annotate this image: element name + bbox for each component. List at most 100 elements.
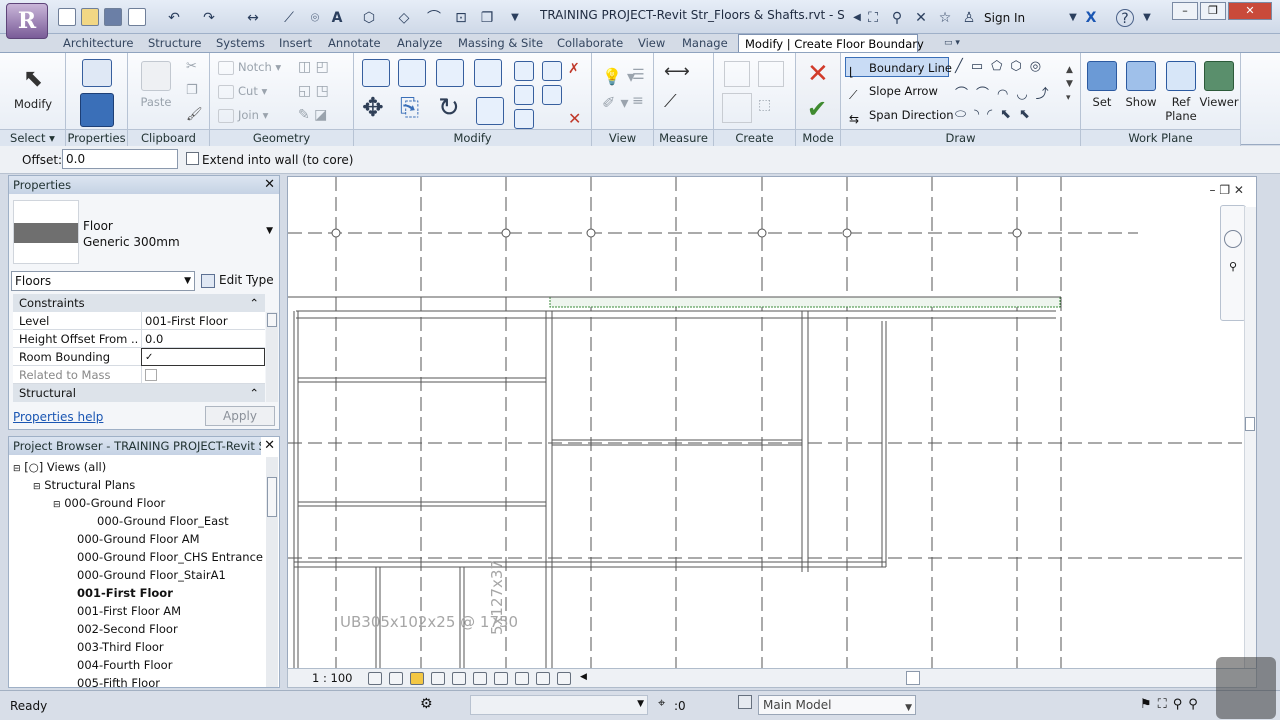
editable-only-icon[interactable]: ⌖ [658, 696, 665, 711]
canvas-horizontal-scroll-thumb[interactable] [906, 671, 920, 685]
close-icon[interactable]: ✕ [264, 177, 275, 192]
span-direction-button[interactable]: ⇆ Span Direction [849, 105, 954, 126]
line-shape-icons[interactable]: ╱▭⬠⬡◎ [955, 59, 1049, 74]
3d-view-icon[interactable]: ⬡ [360, 9, 378, 27]
steering-wheel-icon[interactable] [1224, 230, 1242, 248]
save-icon[interactable] [104, 8, 122, 26]
split-gap-icon[interactable]: ✗ [568, 61, 580, 77]
tag-icon[interactable]: ⌾ [306, 9, 324, 27]
split-face-icon[interactable]: ◫ ◰ [298, 59, 329, 75]
room-bounding-checkbox[interactable]: ✓ [141, 348, 265, 366]
hide-elements-icon[interactable]: ☰ [632, 67, 645, 83]
property-row-height-offset[interactable]: Height Offset From ... 0.0 [13, 330, 265, 348]
help-icon[interactable]: ? [1116, 9, 1134, 27]
sun-path-icon[interactable] [410, 672, 424, 685]
offset-icon[interactable] [398, 59, 426, 87]
exchange-icon[interactable]: X [1082, 9, 1100, 27]
tab-modify-create-floor-boundary[interactable]: Modify | Create Floor Boundary [738, 34, 924, 52]
tab-structure[interactable]: Structure [144, 34, 206, 52]
redo-icon[interactable]: ↷ [200, 9, 218, 27]
aligned-dimension-icon[interactable]: ⟋ [664, 91, 677, 112]
analytical-model-icon[interactable] [557, 672, 571, 685]
tab-insert[interactable]: Insert [275, 34, 316, 52]
measure-icon[interactable]: ↔ [244, 9, 262, 27]
switch-windows-icon[interactable]: ❐ [478, 9, 496, 27]
split-icon[interactable] [514, 61, 534, 81]
move-icon[interactable]: ✥ [362, 93, 384, 123]
tree-item[interactable]: 000-Ground Floor AM [77, 531, 200, 547]
help-dropdown-icon[interactable]: ▼ [1138, 9, 1156, 27]
worksets-icon[interactable]: ⚙ [420, 696, 433, 712]
lock-3d-icon[interactable] [536, 672, 550, 685]
text-icon[interactable]: A [328, 9, 346, 27]
tab-architecture[interactable]: Architecture [59, 34, 137, 52]
tree-item[interactable]: 003-Third Floor [77, 639, 164, 655]
pin-icon[interactable] [542, 85, 562, 105]
viewer-button[interactable]: Viewer [1199, 61, 1239, 109]
scale-icon[interactable] [514, 109, 534, 129]
tree-item-active[interactable]: 001-First Floor [77, 585, 173, 601]
array-icon[interactable] [514, 85, 534, 105]
maximize-button[interactable]: ❐ [1200, 2, 1226, 20]
wall-joins-icon[interactable]: ◱ ◳ [298, 83, 329, 99]
subscription-icon[interactable]: ✕ [912, 9, 930, 27]
visual-style-icon[interactable] [389, 672, 403, 685]
tab-systems[interactable]: Systems [212, 34, 269, 52]
browser-scrollbar[interactable] [266, 457, 278, 687]
view-scale[interactable]: 1 : 100 [312, 671, 352, 685]
undo-icon[interactable]: ↶ [165, 9, 183, 27]
design-option-select[interactable]: Main Model ▼ [758, 695, 916, 715]
minimize-button[interactable]: – [1172, 2, 1198, 20]
rotate-icon[interactable]: ↻ [438, 93, 460, 123]
section-icon[interactable]: ◇ [395, 9, 413, 27]
detail-level-icon[interactable] [368, 672, 382, 685]
selection-toggle-icons[interactable]: ⚑⛶⚲⚲ [1140, 697, 1204, 712]
set-button[interactable]: Set [1085, 61, 1119, 109]
extend-into-wall-checkbox[interactable] [186, 152, 199, 165]
view-window-controls[interactable]: – ❐ ✕ [1210, 183, 1244, 197]
cut-icon[interactable]: ✂ [186, 59, 197, 74]
create-parts-icon[interactable] [722, 93, 752, 123]
tab-collaborate[interactable]: Collaborate [553, 34, 627, 52]
tab-manage[interactable]: Manage [678, 34, 732, 52]
create-group-icon[interactable] [758, 61, 784, 87]
ribbon-minimize-icon[interactable]: ▭ ▾ [940, 34, 964, 52]
tree-structural-plans[interactable]: ⊟ Structural Plans [33, 477, 135, 495]
open-icon[interactable] [81, 8, 99, 26]
cut-geometry-button[interactable]: Cut ▾ [218, 81, 267, 101]
paint-icon[interactable]: ✎ ◪ [298, 107, 327, 123]
delete-icon[interactable]: ✕ [568, 109, 581, 128]
tab-massing-site[interactable]: Massing & Site [454, 34, 547, 52]
arc-shape-icons[interactable]: ⌒⌒◠◡⤴ [955, 83, 1057, 102]
tree-item[interactable]: 004-Fourth Floor [77, 657, 172, 673]
tab-annotate[interactable]: Annotate [324, 34, 385, 52]
tree-item[interactable]: 005-Fifth Floor [77, 675, 160, 691]
copy-icon[interactable]: ❐ [186, 83, 198, 98]
floor-plan-drawing[interactable] [288, 177, 1256, 669]
copy-elements-icon[interactable]: ⎘ [400, 93, 419, 121]
crop-view-icon[interactable] [452, 672, 466, 685]
sync-icon[interactable] [128, 8, 146, 26]
ref-plane-button[interactable]: Ref Plane [1163, 61, 1199, 123]
binoculars-icon[interactable]: ⛶ [864, 9, 882, 27]
apply-button[interactable]: Apply [205, 406, 275, 426]
show-button[interactable]: Show [1123, 61, 1159, 109]
slope-arrow-button[interactable]: ⟋ Slope Arrow [849, 81, 938, 102]
structural-section[interactable]: Structural ⌃ [13, 384, 265, 402]
boundary-line-button[interactable]: ⌊ Boundary Line [845, 57, 952, 79]
tab-analyze[interactable]: Analyze [393, 34, 446, 52]
temporary-hide-icon[interactable] [494, 672, 508, 685]
user-icon[interactable]: ♙ [960, 9, 978, 27]
type-selector[interactable]: Floor Generic 300mm [83, 218, 180, 250]
paste-button[interactable]: Paste [136, 61, 176, 109]
match-properties-icon[interactable]: 🖌 [186, 107, 203, 122]
sign-in-link[interactable]: Sign In [984, 11, 1025, 25]
edit-type-button[interactable]: Edit Type [201, 271, 274, 291]
notch-button[interactable]: Notch ▾ [218, 57, 281, 77]
pick-shape-icons[interactable]: ⬭◝◜⬉⬉ [955, 107, 1038, 122]
drawing-canvas[interactable]: UB305x102x25 @ 1750 5x127x37 – ❐ ✕ ⚲ [287, 176, 1257, 671]
properties-help-link[interactable]: Properties help [13, 410, 103, 424]
create-similar-icon[interactable] [724, 61, 750, 87]
canvas-vertical-scrollbar[interactable] [1244, 207, 1256, 671]
signin-dropdown-icon[interactable]: ▼ [1064, 9, 1082, 27]
